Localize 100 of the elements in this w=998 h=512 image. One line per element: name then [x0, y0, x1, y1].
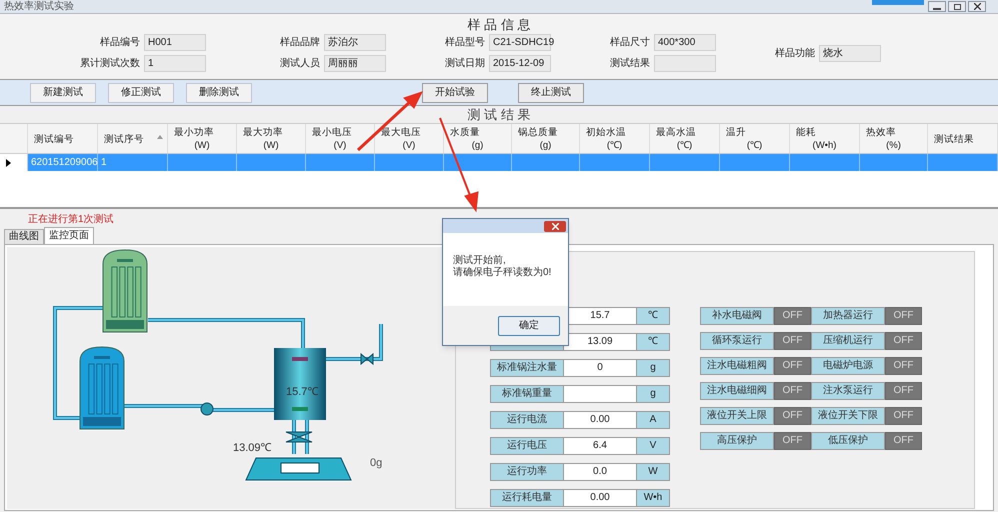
switch-label: 注水电磁粗阀	[700, 357, 774, 375]
pump-icon	[200, 402, 214, 416]
column-header[interactable]: 初始水温 (℃)	[580, 124, 650, 153]
column-header[interactable]: 水质量 (g)	[444, 124, 512, 153]
field-label: 样品型号	[444, 36, 485, 50]
field-value: 苏泊尔	[324, 34, 386, 51]
reading-label: 运行功率	[490, 463, 564, 481]
weight-label: 0g	[370, 456, 382, 471]
switch-state: OFF	[774, 357, 811, 375]
reading-label: 运行耗电量	[490, 489, 564, 507]
reading-label: 运行电流	[490, 411, 564, 429]
switch-state: OFF	[885, 382, 922, 400]
switch-label: 补水电磁阀	[700, 307, 774, 325]
switch-label: 压缩机运行	[811, 332, 885, 350]
reading-value: 0	[564, 359, 636, 377]
temperature-label: 13.09℃	[233, 441, 272, 456]
toolbar-button[interactable]: 终止测试	[518, 82, 584, 102]
field-label: 累计测试次数	[79, 56, 140, 71]
field-value: 2015-12-09	[489, 55, 551, 72]
column-header[interactable]: 最小电压 (V)	[306, 124, 375, 153]
unit-label: g	[636, 385, 670, 403]
switch-label: 注水电磁细阀	[700, 382, 774, 400]
column-header[interactable]: 锅总质量 (g)	[512, 124, 580, 153]
close-button[interactable]	[544, 220, 566, 232]
switch-state: OFF	[774, 407, 811, 425]
switch-label: 加热器运行	[811, 307, 885, 325]
switch-state: OFF	[774, 332, 811, 350]
field-value	[654, 55, 716, 72]
heater-tank	[274, 348, 326, 420]
field-label: 测试日期	[444, 56, 485, 71]
field-label: 样品编号	[99, 36, 140, 50]
column-header[interactable]: 温升 (℃)	[720, 124, 790, 153]
results-title: 测 试 结 果	[466, 106, 532, 123]
switch-label: 液位开关下限	[811, 407, 885, 425]
column-header[interactable]: 热效率 (%)	[860, 124, 928, 153]
field-value: 1	[144, 55, 206, 72]
switch-label: 低压保护	[811, 432, 885, 450]
switch-label: 液位开关上限	[700, 407, 774, 425]
dialog-message: 测试开始前, 请确保电子秤读数为0!	[452, 254, 552, 280]
unit-label: ℃	[636, 333, 670, 351]
field-label: 样品尺寸	[609, 36, 650, 50]
column-header[interactable]: 最高水温 (℃)	[650, 124, 720, 153]
tab[interactable]: 监控页面	[44, 227, 94, 244]
column-header[interactable]: 最大功率 (W)	[237, 124, 306, 153]
reading-value: 0.00	[564, 489, 636, 507]
field-label: 样品功能	[774, 46, 815, 60]
switch-state: OFF	[885, 407, 922, 425]
toolbar-button[interactable]: 修正测试	[108, 82, 174, 102]
switch-state: OFF	[774, 382, 811, 400]
table-cell: 1	[98, 154, 168, 171]
status-text: 正在进行第1次测试	[28, 212, 114, 227]
switch-state: OFF	[885, 332, 922, 350]
field-value: H001	[144, 34, 206, 51]
switch-label: 注水泵运行	[811, 382, 885, 400]
reading-label: 标准锅注水量	[490, 359, 564, 377]
switch-label: 电磁炉电源	[811, 357, 885, 375]
temperature-label: 15.7℃	[286, 385, 318, 400]
restore-icon[interactable]	[948, 1, 966, 12]
field-value: 烧水	[819, 44, 881, 62]
valve-icon	[286, 432, 312, 442]
unit-label: V	[636, 437, 670, 455]
column-header[interactable]: 能耗 (W•h)	[790, 124, 860, 153]
window-title: 热效率测试实验	[4, 2, 74, 12]
reading-value	[564, 385, 636, 403]
field-label: 测试人员	[279, 56, 320, 71]
reading-value: 6.4	[564, 437, 636, 455]
tab[interactable]: 曲线图	[4, 229, 44, 244]
toolbar-button[interactable]: 新建测试	[30, 82, 96, 102]
sample-info-title: 样 品 信 息	[466, 16, 532, 34]
column-header[interactable]: 测试结果	[928, 124, 998, 153]
field-label: 样品品牌	[279, 36, 320, 50]
column-header[interactable]: 最小功率 (W)	[168, 124, 237, 153]
unit-label: W•h	[636, 489, 670, 507]
column-header[interactable]: 测试序号	[98, 124, 168, 153]
switch-state: OFF	[774, 432, 811, 450]
column-header[interactable]: 测试编号	[28, 124, 98, 153]
minimize-icon[interactable]	[928, 1, 946, 12]
field-value: 周丽丽	[324, 55, 386, 72]
valve-icon	[360, 352, 374, 366]
row-pointer-icon	[6, 158, 11, 166]
switch-label: 循环泵运行	[700, 332, 774, 350]
reading-value: 13.09	[564, 333, 636, 351]
reading-label: 标准锅重量	[490, 385, 564, 403]
close-icon[interactable]	[968, 1, 986, 12]
switch-state: OFF	[885, 307, 922, 325]
switch-state: OFF	[885, 357, 922, 375]
reading-value: 0.0	[564, 463, 636, 481]
annotation-arrow	[356, 91, 423, 152]
toolbar-button[interactable]: 开始试验	[422, 82, 488, 102]
unit-label: ℃	[636, 307, 670, 325]
table-cell: 620151209006	[28, 154, 98, 171]
switch-state: OFF	[885, 432, 922, 450]
reading-label: 运行电压	[490, 437, 564, 455]
toolbar-button[interactable]: 删除测试	[186, 82, 252, 102]
window-edge	[872, 0, 924, 5]
switch-label: 高压保护	[700, 432, 774, 450]
reading-value: 0.00	[564, 411, 636, 429]
ok-button[interactable]: 确定	[498, 316, 560, 336]
unit-label: g	[636, 359, 670, 377]
unit-label: A	[636, 411, 670, 429]
